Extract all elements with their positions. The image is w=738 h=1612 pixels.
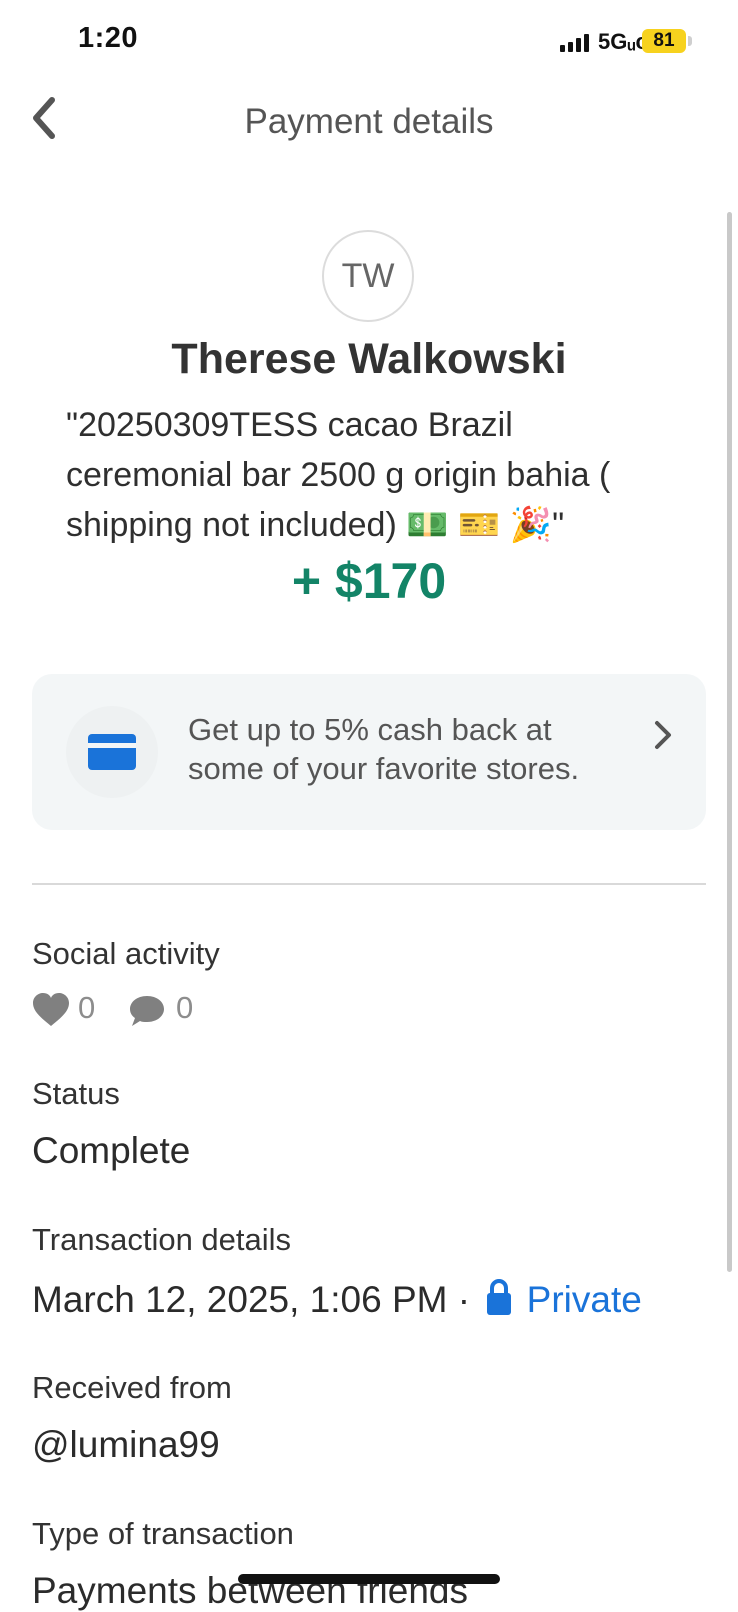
status-time: 1:20 [78, 22, 139, 54]
likes-count: 0 [78, 990, 96, 1025]
page-title: Payment details [244, 102, 494, 141]
signal-icon [560, 34, 589, 52]
battery-cap [688, 36, 692, 46]
chevron-right-icon [655, 721, 671, 749]
transaction-type-label: Type of transaction [32, 1516, 294, 1551]
status-label: Status [32, 1076, 120, 1111]
network-type: 5Gᵤc [598, 29, 648, 54]
cashback-promo-card[interactable]: Get up to 5% cash back at some of your f… [32, 674, 706, 830]
promo-text: Get up to 5% cash back at some of your f… [188, 712, 580, 786]
counterparty-name[interactable]: Therese Walkowski [0, 335, 738, 384]
separator-dot: · [457, 1279, 471, 1320]
privacy-setting[interactable]: Private [527, 1279, 642, 1320]
lock-icon[interactable] [486, 1278, 512, 1316]
status-value: Complete [32, 1130, 191, 1171]
transaction-date: March 12, 2025, 1:06 PM [32, 1279, 448, 1320]
received-from-value[interactable]: @lumina99 [32, 1424, 220, 1466]
transaction-details-row: March 12, 2025, 1:06 PM · Private [32, 1278, 642, 1321]
heart-icon[interactable] [32, 992, 70, 1028]
card-icon [88, 734, 136, 770]
payment-amount: + $170 [291, 553, 447, 609]
home-indicator[interactable] [238, 1574, 500, 1584]
avatar[interactable]: TW [322, 230, 414, 322]
comment-bubble-icon[interactable] [128, 994, 166, 1028]
received-from-label: Received from [32, 1370, 232, 1405]
battery-level: 81 [642, 29, 686, 53]
social-activity-label: Social activity [32, 936, 220, 971]
promo-icon-circle [66, 706, 158, 798]
divider [32, 883, 706, 885]
transaction-details-label: Transaction details [32, 1222, 292, 1257]
payment-note: "20250309TESS cacao Brazil ceremonial ba… [66, 406, 611, 544]
comments-count: 0 [176, 990, 194, 1025]
